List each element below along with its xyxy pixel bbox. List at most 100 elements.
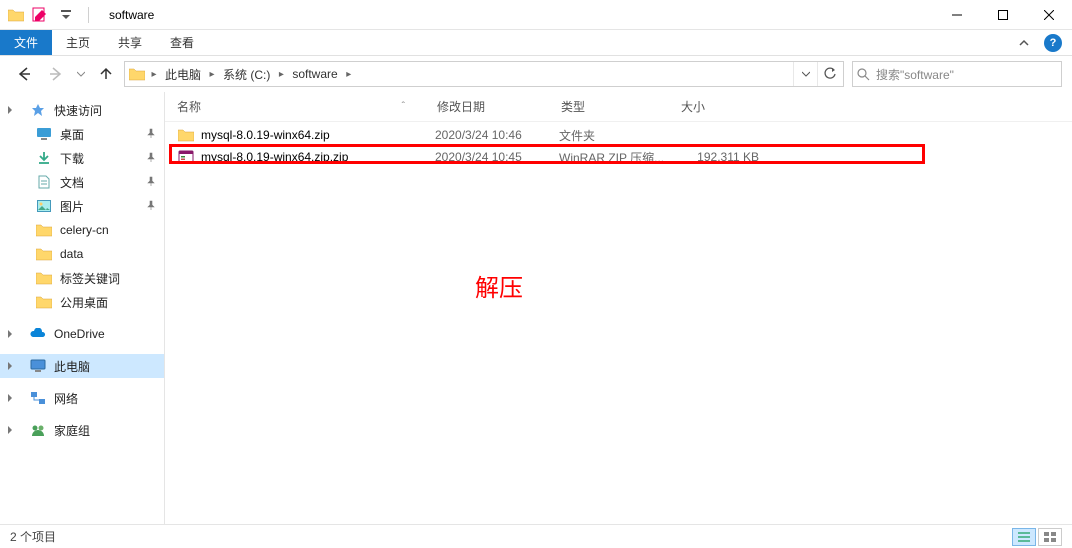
search-input[interactable]: 搜索"software"	[852, 61, 1062, 87]
sidebar-item-public-desktop[interactable]: 公用桌面	[0, 290, 164, 314]
sidebar-label: 图片	[60, 198, 84, 215]
file-row[interactable]: mysql-8.0.19-winx64.zip.zip 2020/3/24 10…	[165, 146, 1072, 168]
window-title: software	[101, 8, 154, 22]
main-area: 快速访问 桌面 下载 文档 图片 celery-cn data	[0, 92, 1072, 524]
sidebar-item-desktop[interactable]: 桌面	[0, 122, 164, 146]
star-icon	[30, 102, 46, 118]
ribbon-tab-file[interactable]: 文件	[0, 30, 52, 55]
view-details-button[interactable]	[1012, 528, 1036, 546]
file-type: 文件夹	[559, 127, 679, 144]
ribbon-tab-share[interactable]: 共享	[104, 30, 156, 55]
sort-indicator-icon: ˆ	[402, 101, 405, 112]
sidebar-item-celery[interactable]: celery-cn	[0, 218, 164, 242]
sidebar-label: OneDrive	[54, 327, 105, 341]
crumb-sep-icon[interactable]: ▸	[342, 69, 356, 80]
sidebar-label: 公用桌面	[60, 294, 108, 311]
zip-icon	[177, 148, 195, 166]
status-bar: 2 个项目	[0, 524, 1072, 548]
address-dropdown-icon[interactable]	[793, 62, 817, 86]
folder-icon	[177, 126, 195, 144]
nav-forward-button[interactable]	[42, 60, 70, 88]
pictures-icon	[36, 198, 52, 214]
sidebar-label: 快速访问	[54, 102, 102, 119]
ribbon-collapse-icon[interactable]	[1014, 33, 1034, 53]
network-icon	[30, 390, 46, 406]
onedrive-icon	[30, 326, 46, 342]
view-icons-button[interactable]	[1038, 528, 1062, 546]
window-folder-icon	[8, 7, 24, 23]
file-list-pane: 名称ˆ 修改日期 类型 大小 mysql-8.0.19-winx64.zip 2…	[165, 92, 1072, 524]
pin-icon	[146, 199, 156, 213]
pin-icon	[146, 127, 156, 141]
file-size: 192,311 KB	[679, 150, 769, 164]
nav-back-button[interactable]	[10, 60, 38, 88]
column-header-type[interactable]: 类型	[549, 98, 669, 115]
file-date: 2020/3/24 10:46	[435, 128, 559, 142]
column-header-size[interactable]: 大小	[669, 98, 759, 115]
title-divider	[88, 7, 89, 23]
sidebar-item-onedrive[interactable]: OneDrive	[0, 322, 164, 346]
title-bar: software	[0, 0, 1072, 30]
sidebar-item-pictures[interactable]: 图片	[0, 194, 164, 218]
help-icon[interactable]: ?	[1044, 34, 1062, 52]
annotation-text: 解压	[475, 268, 523, 303]
sidebar-item-quick-access[interactable]: 快速访问	[0, 98, 164, 122]
downloads-icon	[36, 150, 52, 166]
ribbon-tab-view[interactable]: 查看	[156, 30, 208, 55]
crumb-this-pc[interactable]: 此电脑	[161, 62, 205, 86]
folder-icon	[36, 270, 52, 286]
address-folder-icon	[127, 67, 147, 81]
file-date: 2020/3/24 10:45	[435, 150, 559, 164]
desktop-icon	[36, 126, 52, 142]
address-bar[interactable]: ▸ 此电脑 ▸ 系统 (C:) ▸ software ▸	[124, 61, 844, 87]
crumb-sep-icon[interactable]: ▸	[274, 69, 288, 80]
file-name: mysql-8.0.19-winx64.zip.zip	[201, 150, 435, 164]
file-type: WinRAR ZIP 压缩...	[559, 149, 679, 166]
crumb-sep-icon[interactable]: ▸	[147, 69, 161, 80]
folder-icon	[36, 222, 52, 238]
homegroup-icon	[30, 422, 46, 438]
sidebar-item-documents[interactable]: 文档	[0, 170, 164, 194]
sidebar-item-data[interactable]: data	[0, 242, 164, 266]
qat-properties-icon[interactable]	[30, 4, 50, 26]
minimize-button[interactable]	[934, 0, 980, 30]
sidebar-label: 文档	[60, 174, 84, 191]
ribbon-tab-home[interactable]: 主页	[52, 30, 104, 55]
sidebar-label: 家庭组	[54, 422, 90, 439]
this-pc-icon	[30, 358, 46, 374]
sidebar-label: 下载	[60, 150, 84, 167]
pin-icon	[146, 151, 156, 165]
sidebar-label: 标签关键词	[60, 270, 120, 287]
maximize-button[interactable]	[980, 0, 1026, 30]
search-placeholder: 搜索"software"	[876, 66, 954, 83]
crumb-sep-icon[interactable]: ▸	[205, 69, 219, 80]
sidebar-item-this-pc[interactable]: 此电脑	[0, 354, 164, 378]
address-refresh-icon[interactable]	[817, 62, 841, 86]
nav-bar: ▸ 此电脑 ▸ 系统 (C:) ▸ software ▸ 搜索"software…	[0, 56, 1072, 92]
ribbon-bar: 文件 主页 共享 查看 ?	[0, 30, 1072, 56]
crumb-software[interactable]: software	[288, 62, 341, 86]
qat-dropdown-icon[interactable]	[56, 4, 76, 26]
search-icon	[857, 68, 870, 81]
sidebar-item-homegroup[interactable]: 家庭组	[0, 418, 164, 442]
crumb-drive-c[interactable]: 系统 (C:)	[219, 62, 274, 86]
pin-icon	[146, 175, 156, 189]
sidebar-label: celery-cn	[60, 223, 109, 237]
nav-up-button[interactable]	[92, 60, 120, 88]
sidebar-item-downloads[interactable]: 下载	[0, 146, 164, 170]
nav-history-dropdown[interactable]	[74, 70, 88, 78]
file-row[interactable]: mysql-8.0.19-winx64.zip 2020/3/24 10:46 …	[165, 124, 1072, 146]
documents-icon	[36, 174, 52, 190]
column-header-date[interactable]: 修改日期	[425, 98, 549, 115]
column-header-name[interactable]: 名称ˆ	[165, 98, 425, 115]
status-item-count: 2 个项目	[10, 528, 56, 545]
sidebar-item-network[interactable]: 网络	[0, 386, 164, 410]
file-list: mysql-8.0.19-winx64.zip 2020/3/24 10:46 …	[165, 122, 1072, 168]
folder-icon	[36, 246, 52, 262]
sidebar-item-tags[interactable]: 标签关键词	[0, 266, 164, 290]
close-button[interactable]	[1026, 0, 1072, 30]
sidebar-label: 此电脑	[54, 358, 90, 375]
column-headers: 名称ˆ 修改日期 类型 大小	[165, 92, 1072, 122]
sidebar-label: 网络	[54, 390, 78, 407]
folder-icon	[36, 294, 52, 310]
